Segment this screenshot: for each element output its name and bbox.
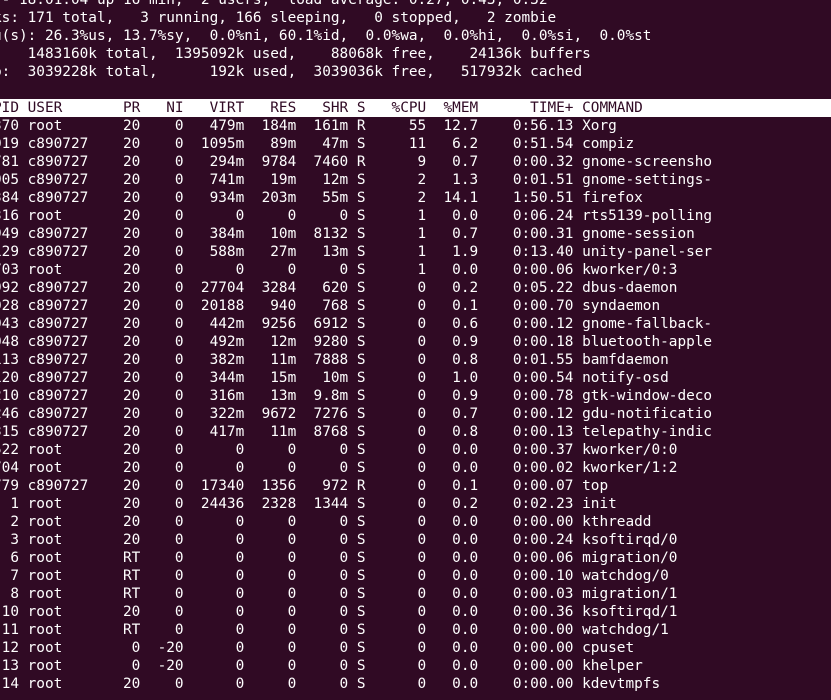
column-header-row: PID USER PR NI VIRT RES SHR S %CPU %MEM … (0, 99, 831, 117)
summary-line: top - 18:01:04 up 16 min, 2 users, load … (0, 0, 548, 8)
process-row: 3 root 20 0 0 0 0 S 0 0.0 0:00.24 ksofti… (0, 532, 721, 548)
process-row: 1949 c890727 20 0 384m 10m 8132 S 1 0.7 … (0, 226, 721, 242)
summary-line: Mem: 1483160k total, 1395092k used, 8806… (0, 46, 591, 62)
process-row: 2779 c890727 20 0 17340 1356 972 R 0 0.1… (0, 478, 721, 494)
process-row: 1992 c890727 20 0 27704 3284 620 S 0 0.2… (0, 280, 721, 296)
terminal-output[interactable]: top - 18:01:04 up 16 min, 2 users, load … (0, 0, 831, 693)
process-row: 2210 c890727 20 0 316m 13m 9.8m S 0 0.9 … (0, 388, 721, 404)
process-row: 1905 c890727 20 0 741m 19m 12m S 2 1.3 0… (0, 172, 721, 188)
summary-line: Tasks: 171 total, 3 running, 166 sleepin… (0, 10, 557, 26)
process-row: 2113 c890727 20 0 382m 11m 7888 S 0 0.8 … (0, 352, 721, 368)
process-row: 2522 root 20 0 0 0 0 S 0 0.0 0:00.37 kwo… (0, 442, 721, 458)
summary-line: %Cpu(s): 26.3%us, 13.7%sy, 0.0%ni, 60.1%… (0, 28, 652, 44)
process-row: 2019 c890727 20 0 1095m 89m 47m S 11 6.2… (0, 136, 721, 152)
process-row: 11 root RT 0 0 0 0 S 0 0.0 0:00.00 watch… (0, 622, 721, 638)
process-row: 316 root 20 0 0 0 0 S 1 0.0 0:06.24 rts5… (0, 208, 721, 224)
process-row: 10 root 20 0 0 0 0 S 0 0.0 0:00.36 ksoft… (0, 604, 721, 620)
process-row: 2129 c890727 20 0 588m 27m 13m S 1 1.9 0… (0, 244, 721, 260)
process-row: 2246 c890727 20 0 322m 9672 7276 S 0 0.7… (0, 406, 721, 422)
process-row: 2781 c890727 20 0 294m 9784 7460 R 9 0.7… (0, 154, 721, 170)
process-row: 2 root 20 0 0 0 0 S 0 0.0 0:00.00 kthrea… (0, 514, 721, 530)
process-table: 1370 root 20 0 479m 184m 161m R 55 12.7 … (0, 117, 831, 693)
summary-line: Swap: 3039228k total, 192k used, 3039036… (0, 64, 583, 80)
process-row: 2703 root 20 0 0 0 0 S 1 0.0 0:00.06 kwo… (0, 262, 721, 278)
process-row: 2384 c890727 20 0 934m 203m 55m S 2 14.1… (0, 190, 721, 206)
process-row: 1 root 20 0 24436 2328 1344 S 0 0.2 0:02… (0, 496, 721, 512)
process-row: 6 root RT 0 0 0 0 S 0 0.0 0:00.06 migrat… (0, 550, 721, 566)
process-row: 2043 c890727 20 0 442m 9256 6912 S 0 0.6… (0, 316, 721, 332)
top-summary: top - 18:01:04 up 16 min, 2 users, load … (0, 0, 831, 81)
process-row: 14 root 20 0 0 0 0 S 0 0.0 0:00.00 kdevt… (0, 676, 721, 692)
process-row: 12 root 0 -20 0 0 0 S 0 0.0 0:00.00 cpus… (0, 640, 721, 656)
process-row: 13 root 0 -20 0 0 0 S 0 0.0 0:00.00 khel… (0, 658, 721, 674)
process-row: 7 root RT 0 0 0 0 S 0 0.0 0:00.10 watchd… (0, 568, 721, 584)
process-row: 2028 c890727 20 0 20188 940 768 S 0 0.1 … (0, 298, 721, 314)
process-row: 2120 c890727 20 0 344m 15m 10m S 0 1.0 0… (0, 370, 721, 386)
process-row: 2315 c890727 20 0 417m 11m 8768 S 0 0.8 … (0, 424, 721, 440)
process-row: 8 root RT 0 0 0 0 S 0 0.0 0:00.03 migrat… (0, 586, 721, 602)
process-row: 2704 root 20 0 0 0 0 S 0 0.0 0:00.02 kwo… (0, 460, 721, 476)
process-row: 1370 root 20 0 479m 184m 161m R 55 12.7 … (0, 118, 721, 134)
process-row: 2048 c890727 20 0 492m 12m 9280 S 0 0.9 … (0, 334, 721, 350)
